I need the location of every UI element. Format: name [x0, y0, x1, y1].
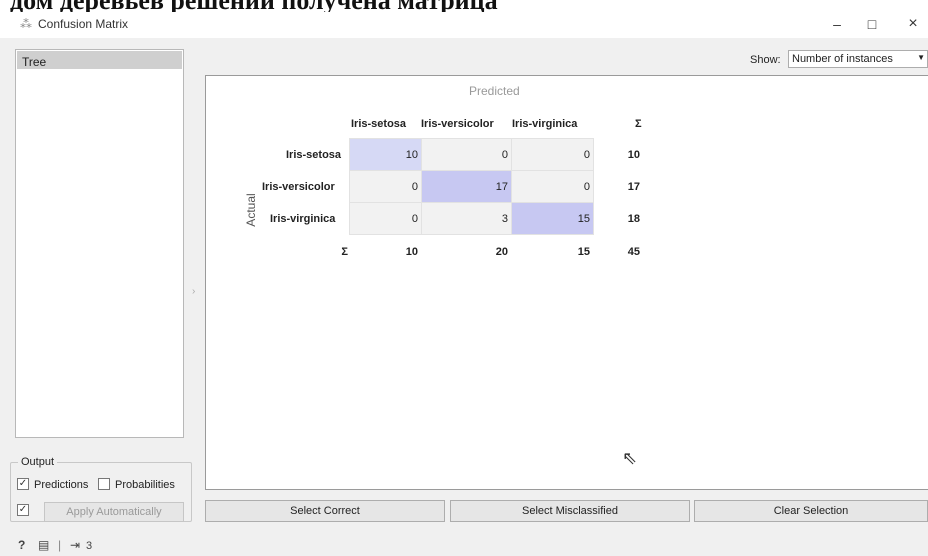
column-header-iris-versicolor: Iris-versicolor — [421, 118, 494, 130]
predicted-axis-label: Predicted — [469, 84, 520, 98]
show-dropdown-value: Number of instances — [792, 53, 893, 65]
row-sum: 17 — [627, 181, 640, 193]
column-sum-header: Σ — [341, 246, 348, 258]
probabilities-checkbox[interactable] — [98, 478, 110, 490]
row-header-iris-versicolor: Iris-versicolor — [262, 181, 335, 193]
apply-button[interactable]: Apply Automatically — [44, 502, 184, 522]
output-count: 3 — [86, 540, 93, 552]
title-bar: ⁂ Confusion Matrix – □ × — [0, 12, 928, 38]
learners-list[interactable]: Tree — [15, 49, 184, 438]
apply-automatically-checkbox[interactable]: ✓ — [17, 504, 29, 516]
close-button[interactable]: × — [898, 14, 928, 36]
show-label: Show: — [750, 54, 781, 66]
confusion-matrix-icon: ⁂ — [20, 17, 32, 31]
row-sum: 10 — [627, 149, 640, 161]
predictions-label: Predictions — [34, 479, 89, 491]
matrix-cell[interactable]: 0 — [349, 170, 422, 203]
matrix-cell[interactable]: 0 — [349, 202, 422, 235]
separator: | — [58, 538, 62, 552]
column-header-iris-setosa: Iris-setosa — [351, 118, 407, 130]
column-sum: 20 — [495, 246, 508, 258]
document-text: дом деревьев решений получена матрица — [10, 0, 498, 12]
window-title: Confusion Matrix — [38, 17, 129, 31]
learner-item-tree[interactable]: Tree — [17, 51, 182, 69]
matrix-cell[interactable]: 17 — [421, 170, 512, 203]
column-sum: 10 — [405, 246, 418, 258]
document-heading-fragment: дом деревьев решений получена матрица — [0, 0, 928, 12]
matrix-cell[interactable]: 0 — [511, 170, 594, 203]
minimize-button[interactable]: – — [822, 14, 852, 36]
matrix-cell[interactable]: 3 — [421, 202, 512, 235]
clear-selection-button[interactable]: Clear Selection — [694, 500, 928, 522]
output-legend: Output — [18, 456, 58, 468]
status-bar: ? ▤ | ⇥ 3 — [0, 530, 928, 556]
row-sum: 18 — [627, 213, 640, 225]
matrix-cell[interactable]: 0 — [511, 138, 594, 171]
select-correct-button[interactable]: Select Correct — [205, 500, 445, 522]
predictions-checkbox[interactable]: ✓ — [17, 478, 29, 490]
row-header-iris-virginica: Iris-virginica — [270, 213, 336, 225]
matrix-cell[interactable]: 10 — [349, 138, 422, 171]
column-sum: 15 — [577, 246, 590, 258]
maximize-button[interactable]: □ — [857, 14, 887, 36]
splitter-handle-icon[interactable]: › — [192, 286, 195, 297]
report-icon[interactable]: ▤ — [38, 538, 49, 552]
select-misclassified-button[interactable]: Select Misclassified — [450, 500, 690, 522]
row-header-iris-setosa: Iris-setosa — [286, 149, 342, 161]
grand-total: 45 — [627, 246, 640, 258]
actual-axis-label: Actual — [244, 193, 258, 227]
column-header-iris-virginica: Iris-virginica — [512, 118, 578, 130]
row-sum-header: Σ — [635, 118, 642, 130]
matrix-cell[interactable]: 0 — [421, 138, 512, 171]
mouse-cursor-icon: ⇖ — [622, 448, 638, 468]
output-arrow-icon: ⇥ — [70, 538, 81, 552]
probabilities-label: Probabilities — [115, 479, 175, 491]
chevron-down-icon: ▼ — [917, 53, 925, 62]
show-dropdown[interactable]: Number of instances ▼ — [788, 50, 928, 68]
matrix-cell[interactable]: 15 — [511, 202, 594, 235]
help-icon[interactable]: ? — [18, 538, 25, 552]
